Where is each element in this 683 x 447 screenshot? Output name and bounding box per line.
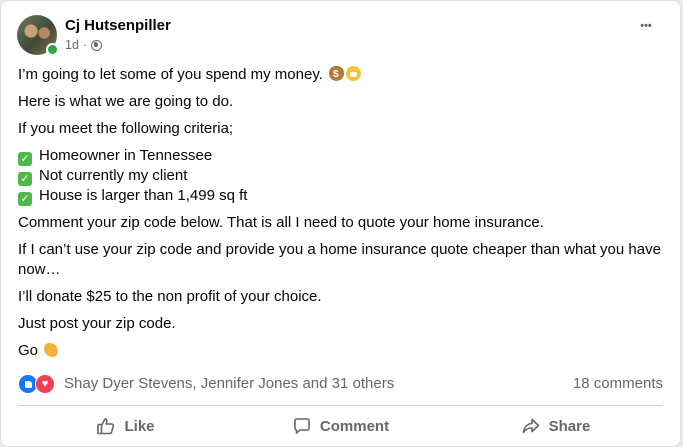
globe-icon[interactable] — [91, 39, 103, 51]
post-line-intro: I’m going to let some of you spend my mo… — [18, 65, 664, 85]
check-mark-icon: ✓ — [18, 192, 32, 206]
call-me-hand-icon — [44, 343, 59, 357]
post-text: I’m going to let some of you spend my mo… — [18, 65, 664, 361]
reactions-summary: Shay Dyer Stevens, Jennifer Jones and 31… — [18, 373, 663, 395]
post-line-comment-zip: Comment your zip code below. That is all… — [18, 214, 544, 231]
criteria-item: ✓ House is larger than 1,499 sq ft — [18, 186, 664, 206]
post-card: Cj Hutsenpiller 1d · ••• I’m going to le… — [0, 0, 681, 447]
post-line-plan: Here is what we are going to do. — [18, 93, 234, 110]
share-button[interactable]: Share — [448, 407, 663, 445]
love-reaction-icon — [35, 374, 55, 394]
criteria-item: ✓ Homeowner in Tennessee — [18, 146, 664, 166]
check-mark-icon: ✓ — [18, 172, 32, 186]
more-horizontal-icon: ••• — [640, 20, 652, 32]
post-actions: Like Comment Share — [18, 407, 663, 445]
online-status-dot — [46, 43, 59, 56]
like-button[interactable]: Like — [18, 407, 233, 445]
author-name[interactable]: Cj Hutsenpiller — [65, 17, 171, 34]
comments-count-link[interactable]: 18 comments — [573, 375, 663, 392]
reaction-icons[interactable] — [18, 374, 56, 394]
like-label: Like — [124, 417, 155, 435]
post-line-criteria-intro: If you meet the following criteria; — [18, 120, 234, 137]
thumbs-up-icon — [97, 418, 115, 435]
divider — [18, 405, 663, 406]
post-line-condition: If I can’t use your zip code and provide… — [18, 241, 661, 278]
check-mark-icon: ✓ — [18, 152, 32, 166]
comment-bubble-icon — [294, 418, 310, 434]
post-line-donate: I’ll donate $25 to the non profit of you… — [18, 288, 322, 305]
more-options-button[interactable]: ••• — [634, 14, 658, 38]
meta-separator: · — [82, 38, 88, 52]
post-header: Cj Hutsenpiller 1d · ••• — [17, 14, 664, 58]
money-bag-icon — [329, 65, 345, 85]
reactor-names-link[interactable]: Shay Dyer Stevens, Jennifer Jones and 31… — [64, 375, 394, 392]
post-meta: 1d · — [65, 38, 103, 52]
share-arrow-icon — [522, 418, 539, 434]
post-line-just-post: Just post your zip code. — [18, 315, 176, 332]
share-label: Share — [548, 417, 591, 435]
timestamp[interactable]: 1d — [65, 38, 79, 52]
comment-button[interactable]: Comment — [233, 407, 448, 445]
grimacing-face-icon — [346, 66, 362, 81]
criteria-item: ✓ Not currently my client — [18, 166, 664, 186]
comment-label: Comment — [319, 417, 390, 435]
post-line-go: Go — [18, 341, 664, 361]
